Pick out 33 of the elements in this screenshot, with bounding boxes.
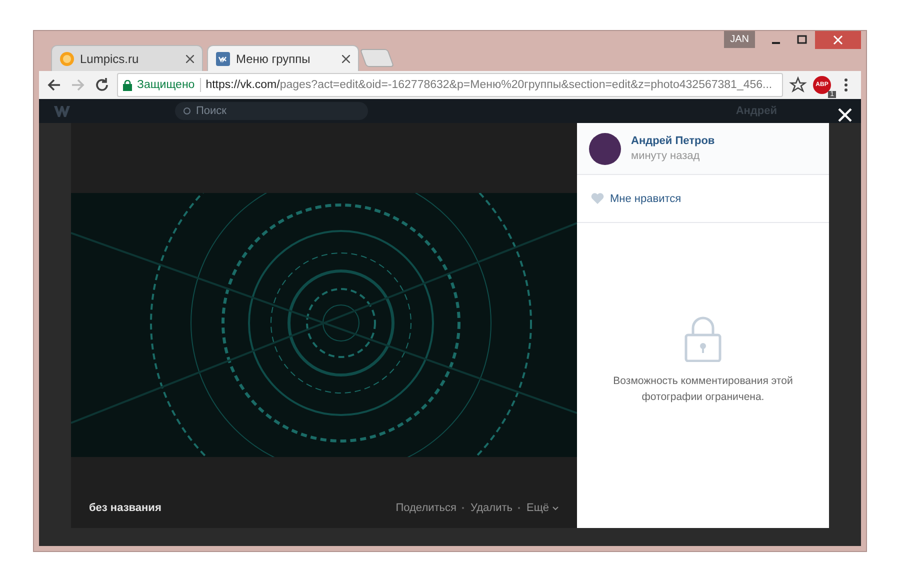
caret-icon bbox=[552, 506, 559, 510]
maximize-icon bbox=[797, 35, 807, 45]
like-button[interactable]: Мне нравится bbox=[577, 175, 829, 223]
separator-dot bbox=[462, 507, 464, 509]
close-icon[interactable] bbox=[837, 107, 853, 123]
action-link[interactable]: Поделиться bbox=[396, 502, 456, 514]
star-icon[interactable] bbox=[789, 76, 807, 94]
security-label: Защищено bbox=[137, 79, 195, 91]
vk-logo-icon bbox=[216, 52, 230, 66]
user-badge: JAN bbox=[724, 31, 755, 48]
more-menu[interactable]: Ещё bbox=[526, 502, 559, 514]
close-button[interactable] bbox=[815, 31, 861, 49]
close-tab-icon[interactable] bbox=[342, 54, 350, 62]
browser-tab[interactable]: Меню группы bbox=[207, 45, 359, 71]
url-text: https://vk.com/pages?act=edit&oid=-162778632&p=Меню%20группы&section=edit&z=photo432567381_456... bbox=[206, 79, 772, 91]
action-link[interactable]: Удалить bbox=[470, 502, 512, 514]
browser-tab[interactable]: Lumpics.ru bbox=[51, 45, 203, 71]
address-bar[interactable]: Защищено https://vk.com/pages?act=edit&oid=-162778632&p=Меню%20группы&section=edit&z=photo432567381_456... bbox=[117, 73, 783, 97]
minimize-icon bbox=[772, 42, 780, 44]
post-time: минуту назад bbox=[631, 150, 701, 162]
photo-caption: без названия bbox=[89, 502, 162, 514]
avatar bbox=[589, 132, 621, 164]
close-tab-icon[interactable] bbox=[186, 54, 194, 62]
close-icon bbox=[833, 35, 843, 45]
search-icon bbox=[183, 106, 192, 116]
lock-icon bbox=[123, 80, 132, 90]
separator-dot bbox=[518, 507, 520, 509]
comments-restricted-text: Возможность комментирования этой фотографии ограничена. bbox=[612, 374, 794, 404]
lock-icon bbox=[684, 316, 722, 362]
reload-icon[interactable] bbox=[93, 76, 111, 94]
search-field[interactable]: Поиск bbox=[175, 102, 368, 120]
author-name[interactable]: Андрей Петров bbox=[631, 135, 715, 147]
citrus-slice-icon bbox=[60, 52, 74, 66]
